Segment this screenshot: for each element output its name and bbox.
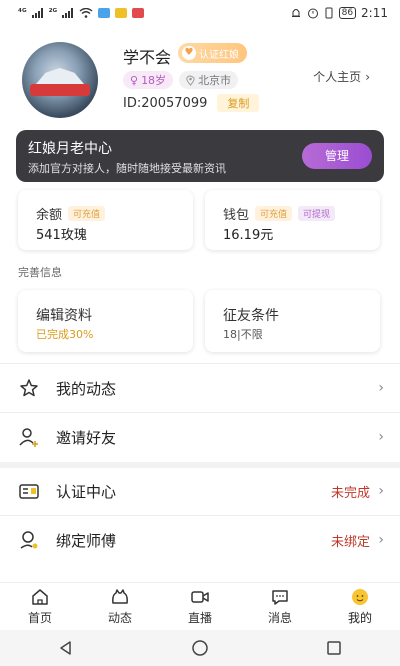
copy-id-button[interactable]: 复制 <box>217 94 260 112</box>
menu-label: 绑定师傅 <box>56 531 117 550</box>
status-bar: ⁴ᴳ ²ᴳ 86 2:11 <box>0 0 400 26</box>
partner-criteria-value: 18|不限 <box>223 328 263 341</box>
matchmaker-center-banner[interactable]: 红娘月老中心 添加官方对接人，随时随地接受最新资讯 管理 <box>16 130 384 182</box>
withdrawable-tag: 可提现 <box>298 206 336 221</box>
signal-bars-icon <box>62 8 74 18</box>
vibrate-icon <box>325 7 333 19</box>
location-pin-icon <box>186 75 195 86</box>
moments-icon <box>112 589 128 604</box>
profile-header: 学不会 ♥ 认证红娘 ♀ 18岁 北京市 ID:20057099 复制 个人主页… <box>0 26 400 124</box>
nav-label: 动态 <box>107 611 132 625</box>
menu-certification-center[interactable]: 认证中心 未完成 › <box>0 467 400 515</box>
nav-home[interactable]: 首页 <box>0 583 80 630</box>
banner-subtitle: 添加官方对接人，随时随地接受最新资讯 <box>28 162 226 175</box>
nickname: 学不会 <box>123 48 172 67</box>
menu-my-moments[interactable]: 我的动态 › <box>0 364 400 412</box>
status-incomplete: 未完成 <box>330 485 370 501</box>
bottom-navigation: 首页 动态 直播 消息 我的 <box>0 582 400 630</box>
wallet-card[interactable]: 钱包 可充值 可提现 16.19元 <box>205 190 380 250</box>
rechargeable-tag: 可充值 <box>255 206 293 221</box>
star-icon <box>20 379 38 397</box>
balance-value: 541玫瑰 <box>36 228 87 243</box>
profile-meta: ♀ 18岁 北京市 <box>123 71 239 89</box>
edit-profile-card[interactable]: 编辑资料 已完成30% <box>18 290 193 352</box>
user-id: ID:20057099 <box>123 95 208 111</box>
signal-4g-icon: ⁴ᴳ <box>18 8 27 18</box>
clock: 2:11 <box>361 6 388 20</box>
avatar[interactable] <box>22 42 98 118</box>
app-notification-icon <box>115 8 128 18</box>
complete-info-label: 完善信息 <box>18 266 62 279</box>
signal-2g-icon: ²ᴳ <box>48 8 58 18</box>
home-icon <box>32 589 48 605</box>
chevron-right-icon: › <box>378 429 384 445</box>
gender-female-icon: ♀ <box>130 73 139 87</box>
nav-label: 消息 <box>267 611 292 625</box>
wallet-title: 钱包 可充值 可提现 <box>223 204 336 223</box>
bell-icon <box>291 9 300 17</box>
chevron-right-icon: › <box>378 483 384 499</box>
nav-messages[interactable]: 消息 <box>240 583 320 630</box>
balance-title: 余额 可充值 <box>36 204 106 223</box>
menu-invite-friends[interactable]: 邀请好友 › <box>0 413 400 461</box>
recents-icon[interactable] <box>326 640 342 656</box>
me-icon <box>352 589 368 605</box>
nav-label: 我的 <box>347 611 372 625</box>
home-link-label: 个人主页 <box>313 70 362 84</box>
menu-label: 邀请好友 <box>56 428 117 447</box>
edit-profile-title: 编辑资料 <box>36 308 92 324</box>
battery-indicator: 86 <box>338 7 357 19</box>
city-value: 北京市 <box>198 74 232 87</box>
heart-badge-icon: ♥ <box>182 46 196 60</box>
signal-bars-icon <box>31 8 43 18</box>
nav-live[interactable]: 直播 <box>160 583 240 630</box>
app-notification-icon <box>132 8 145 18</box>
system-navigation-bar <box>0 630 400 666</box>
video-icon <box>191 591 209 603</box>
edit-profile-progress: 已完成30% <box>36 328 94 341</box>
invite-user-icon <box>19 428 38 447</box>
rechargeable-tag: 可充值 <box>68 206 106 221</box>
age-value: 18岁 <box>141 74 167 87</box>
id-card-icon <box>19 484 39 499</box>
status-unbound: 未绑定 <box>330 534 370 550</box>
nav-label: 首页 <box>27 611 52 625</box>
chevron-right-icon: › <box>378 380 384 396</box>
user-id-line: ID:20057099 复制 <box>123 94 260 112</box>
app-notification-icon <box>98 8 111 18</box>
nav-me[interactable]: 我的 <box>320 583 400 630</box>
matchmaker-cert-badge: ♥ 认证红娘 <box>178 43 247 63</box>
partner-criteria-title: 征友条件 <box>223 308 279 324</box>
balance-label: 余额 <box>36 208 63 223</box>
age-tag: ♀ 18岁 <box>123 71 174 89</box>
menu-label: 认证中心 <box>56 482 117 501</box>
city-tag: 北京市 <box>179 71 239 89</box>
nav-moments[interactable]: 动态 <box>80 583 160 630</box>
alarm-icon <box>307 8 318 19</box>
chevron-right-icon: › <box>365 69 370 84</box>
manage-button[interactable]: 管理 <box>302 143 372 169</box>
partner-criteria-card[interactable]: 征友条件 18|不限 <box>205 290 380 352</box>
wallet-label: 钱包 <box>223 208 250 223</box>
balance-card[interactable]: 余额 可充值 541玫瑰 <box>18 190 193 250</box>
wifi-icon <box>79 8 93 18</box>
nav-label: 直播 <box>187 611 212 625</box>
wallet-value: 16.19元 <box>223 228 274 243</box>
banner-title: 红娘月老中心 <box>28 141 112 157</box>
mentor-icon <box>20 531 38 549</box>
cert-badge-label: 认证红娘 <box>199 49 239 61</box>
personal-homepage-link[interactable]: 个人主页 › <box>313 68 370 85</box>
message-icon <box>272 590 288 605</box>
home-circle-icon[interactable] <box>191 639 209 657</box>
menu-bind-mentor[interactable]: 绑定师傅 未绑定 › <box>0 516 400 564</box>
chevron-right-icon: › <box>378 532 384 548</box>
back-icon[interactable] <box>58 640 74 656</box>
menu-label: 我的动态 <box>56 379 117 398</box>
